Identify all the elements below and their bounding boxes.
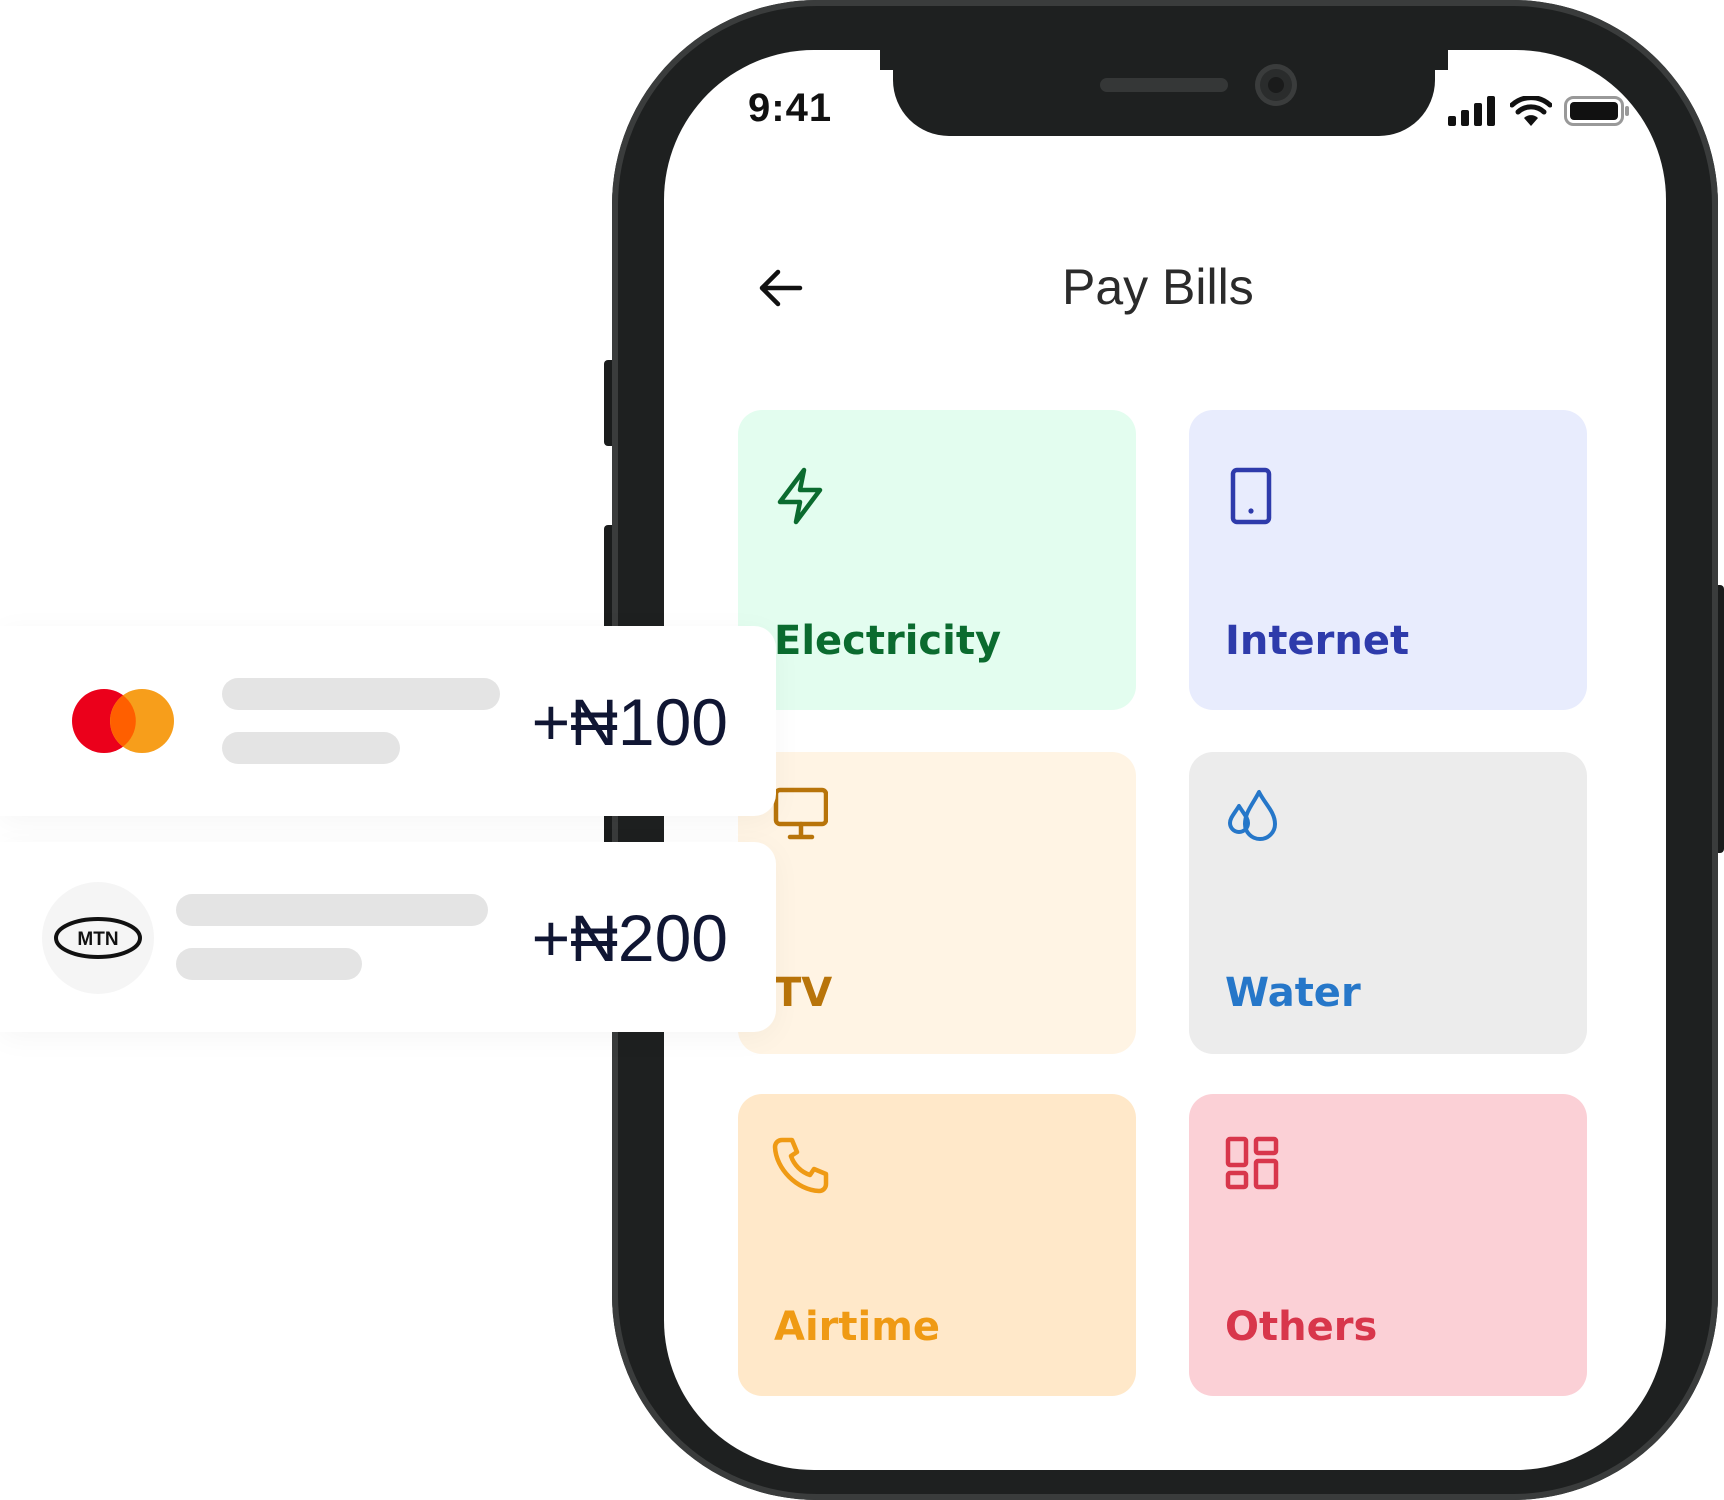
transaction-amount: +₦100: [531, 685, 728, 759]
status-time: 9:41: [748, 86, 833, 130]
mtn-logo: MTN: [54, 917, 142, 959]
svg-text:MTN: MTN: [77, 929, 118, 950]
page-title: Pay Bills: [1062, 259, 1254, 315]
mtn-logo-circle: MTN: [42, 882, 154, 994]
tile-airtime[interactable]: Airtime: [738, 1094, 1136, 1396]
transaction-card-mtn: MTN +₦200: [0, 842, 776, 1032]
back-button[interactable]: [756, 263, 806, 313]
battery-icon: [1564, 96, 1629, 126]
water-drops-icon: [1223, 784, 1279, 841]
tile-label: Internet: [1225, 618, 1410, 664]
signal-icon: [1448, 96, 1495, 126]
arrow-left-icon: [759, 269, 803, 307]
transaction-amount: +₦200: [531, 901, 728, 975]
front-camera: [1255, 64, 1297, 106]
transaction-card-mastercard: +₦100: [0, 626, 776, 816]
tile-label: Electricity: [774, 618, 1002, 664]
phone-notch: [893, 50, 1435, 136]
tile-label: TV: [774, 970, 833, 1016]
tile-electricity[interactable]: Electricity: [738, 410, 1136, 710]
lightning-icon: [772, 466, 828, 525]
tile-label: Airtime: [774, 1304, 941, 1350]
speaker-grille: [1100, 78, 1228, 92]
wifi-icon: [1510, 96, 1552, 126]
phone-icon: [772, 1134, 829, 1194]
monitor-icon: [772, 784, 829, 840]
placeholder-bar: [222, 678, 500, 710]
tile-internet[interactable]: Internet: [1189, 410, 1587, 710]
grid-icon: [1223, 1134, 1279, 1190]
tile-tv[interactable]: TV: [738, 752, 1136, 1054]
tile-others[interactable]: Others: [1189, 1094, 1587, 1396]
tablet-icon: [1223, 466, 1279, 525]
tile-water[interactable]: Water: [1189, 752, 1587, 1054]
placeholder-bar: [176, 948, 362, 980]
mastercard-logo: [72, 689, 174, 753]
placeholder-bar: [176, 894, 488, 926]
placeholder-bar: [222, 732, 400, 764]
status-icons: [1448, 96, 1630, 126]
tile-label: Water: [1225, 970, 1361, 1016]
tile-label: Others: [1225, 1304, 1378, 1350]
